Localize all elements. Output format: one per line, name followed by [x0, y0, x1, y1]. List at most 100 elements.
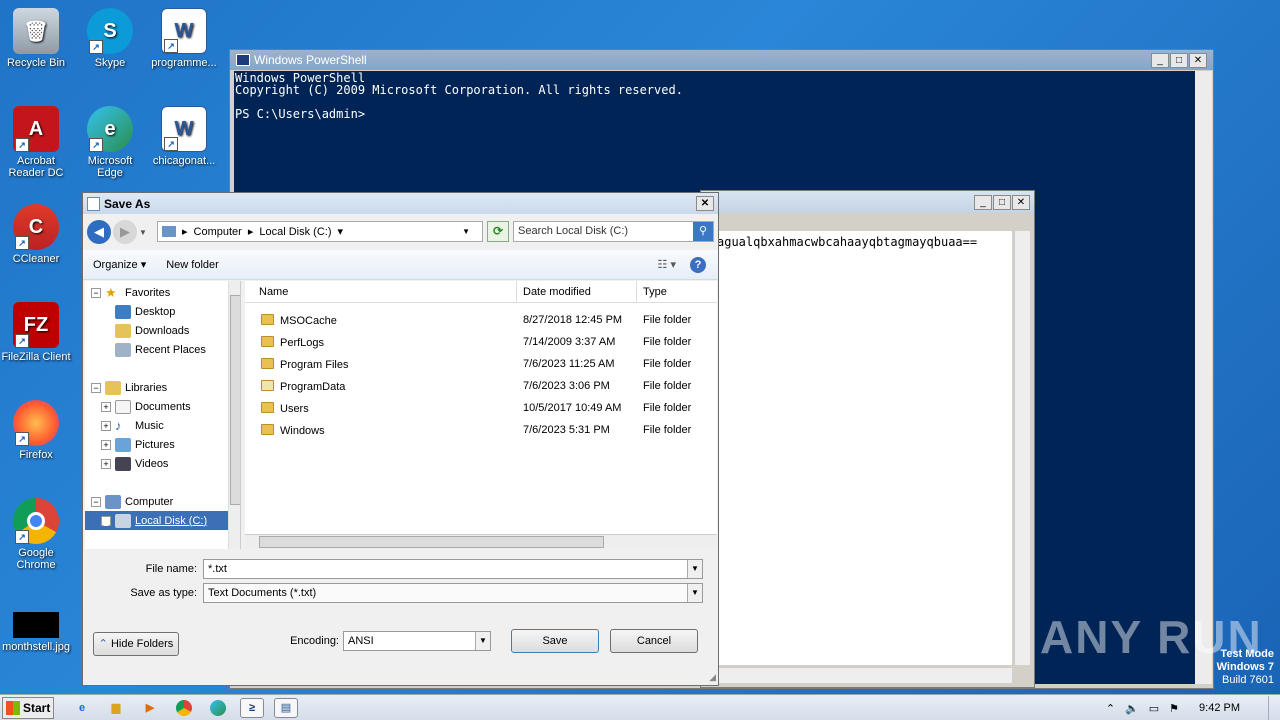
desktop-icon-ccleaner[interactable]: C ↗ CCleaner: [0, 204, 72, 265]
volume-icon[interactable]: 🔈: [1125, 702, 1139, 715]
start-button[interactable]: Start: [2, 696, 54, 719]
file-row[interactable]: Users 10/5/2017 10:49 AM File folder: [245, 397, 717, 419]
dialog-titlebar[interactable]: Save As ✕: [83, 193, 718, 214]
nav-item-documents[interactable]: + Documents: [85, 397, 240, 416]
address-dropdown-icon[interactable]: ▼: [462, 227, 470, 236]
chevron-down-icon[interactable]: ▼: [475, 632, 490, 650]
new-folder-button[interactable]: New folder: [156, 259, 229, 271]
notepad-window[interactable]: _ □ ✕ agualqbxahmacwbcahaayqbtagmayqbuaa…: [700, 190, 1035, 688]
nav-scrollbar-thumb[interactable]: [230, 295, 240, 505]
save-as-dialog[interactable]: Save As ✕ ◀ ▶ ▼ ▸ Computer ▸ Local Disk …: [82, 192, 719, 686]
file-list-horizontal-scrollbar[interactable]: [245, 534, 717, 549]
recent-locations-dropdown-icon[interactable]: ▼: [139, 228, 147, 237]
column-header-name[interactable]: Name: [245, 280, 517, 303]
back-arrow-icon[interactable]: ◀: [87, 220, 111, 244]
desktop-icon-acrobat[interactable]: A ↗ Acrobat Reader DC: [0, 106, 72, 179]
chrome-icon[interactable]: [172, 698, 196, 718]
search-input[interactable]: Search Local Disk (C:) ⚲: [513, 221, 714, 242]
notepad-titlebar[interactable]: _ □ ✕: [701, 191, 1034, 213]
nav-item-desktop[interactable]: Desktop: [85, 302, 240, 321]
column-header-date[interactable]: Date modified: [517, 280, 637, 303]
notepad-editor[interactable]: agualqbxahmacwbcahaayqbtagmayqbuaa==: [705, 231, 1012, 665]
hide-folders-button[interactable]: ⌃ Hide Folders: [93, 632, 179, 656]
close-button[interactable]: ✕: [696, 196, 714, 211]
explorer-folder-icon[interactable]: ▆: [104, 698, 128, 718]
notepad-vertical-scrollbar[interactable]: [1014, 231, 1030, 665]
view-options-icon[interactable]: ☷ ▾: [658, 258, 676, 271]
nav-item-recent-places[interactable]: Recent Places: [85, 340, 240, 359]
desktop-icon-firefox[interactable]: ↗ Firefox: [0, 400, 72, 461]
minimize-button[interactable]: _: [1151, 52, 1169, 68]
notepad-taskbar-icon[interactable]: ▤: [274, 697, 298, 718]
powershell-titlebar[interactable]: Windows PowerShell _ □ ✕: [230, 50, 1213, 70]
resize-grip-icon[interactable]: ◢: [709, 672, 716, 683]
nav-scrollbar[interactable]: [228, 281, 240, 549]
nav-item-local-disk[interactable]: + Local Disk (C:): [85, 511, 228, 530]
expand-icon[interactable]: +: [101, 458, 111, 469]
chevron-down-icon[interactable]: ▼: [687, 560, 702, 578]
save-type-select[interactable]: Text Documents (*.txt) ▼: [203, 583, 703, 603]
search-icon[interactable]: ⚲: [693, 222, 713, 241]
nav-item-pictures[interactable]: + Pictures: [85, 435, 240, 454]
media-player-icon[interactable]: ▶: [138, 698, 162, 718]
nav-libraries[interactable]: − Libraries: [85, 378, 240, 397]
notepad-horizontal-scrollbar[interactable]: [705, 667, 1012, 683]
show-desktop-button[interactable]: [1268, 696, 1280, 720]
desktop-icon-skype[interactable]: S ↗ Skype: [74, 8, 146, 69]
breadcrumb-separator-icon[interactable]: ▸: [248, 225, 254, 238]
refresh-button[interactable]: ⟳: [487, 221, 509, 242]
file-row[interactable]: Program Files 7/6/2023 11:25 AM File fol…: [245, 353, 717, 375]
collapse-icon[interactable]: −: [91, 382, 101, 393]
breadcrumb[interactable]: ▸ Computer ▸ Local Disk (C:) ▾ ▼: [157, 221, 483, 242]
desktop-icon-filezilla[interactable]: FZ ↗ FileZilla Client: [0, 302, 72, 363]
nav-computer[interactable]: − Computer: [85, 492, 240, 511]
network-icon[interactable]: ▭: [1149, 702, 1159, 715]
file-row[interactable]: Windows 7/6/2023 5:31 PM File folder: [245, 419, 717, 441]
file-list[interactable]: Name Date modified Type MSOCache 8/27/20…: [245, 280, 717, 549]
breadcrumb-computer[interactable]: Computer: [194, 226, 242, 238]
close-button[interactable]: ✕: [1189, 52, 1207, 68]
file-name-input[interactable]: *.txt ▼: [203, 559, 703, 579]
desktop-icon-recycle-bin[interactable]: 🗑 Recycle Bin: [0, 8, 72, 69]
file-row[interactable]: ProgramData 7/6/2023 3:06 PM File folder: [245, 375, 717, 397]
file-row[interactable]: MSOCache 8/27/2018 12:45 PM File folder: [245, 309, 717, 331]
save-button[interactable]: Save: [511, 629, 599, 653]
file-row[interactable]: PerfLogs 7/14/2009 3:37 AM File folder: [245, 331, 717, 353]
tray-expand-icon[interactable]: ⌃: [1106, 702, 1115, 715]
desktop-icon-chicagonat[interactable]: W ↗ chicagonat...: [148, 106, 220, 167]
cancel-button[interactable]: Cancel: [610, 629, 698, 653]
expand-icon[interactable]: +: [101, 420, 111, 431]
nav-item-music[interactable]: + ♪ Music: [85, 416, 240, 435]
navigation-pane[interactable]: − ★ Favorites Desktop Downloads Recent P…: [85, 281, 241, 549]
desktop-icon-monthstell[interactable]: monthstell.jpg: [0, 612, 72, 653]
collapse-icon[interactable]: −: [91, 496, 101, 507]
encoding-select[interactable]: ANSI ▼: [343, 631, 491, 651]
expand-icon[interactable]: +: [101, 439, 111, 450]
maximize-button[interactable]: □: [1170, 52, 1188, 68]
powershell-scrollbar[interactable]: [1195, 71, 1212, 684]
nav-item-downloads[interactable]: Downloads: [85, 321, 240, 340]
forward-arrow-icon[interactable]: ▶: [113, 220, 137, 244]
breadcrumb-separator-icon[interactable]: ▾: [337, 225, 343, 238]
nav-favorites[interactable]: − ★ Favorites: [85, 283, 240, 302]
breadcrumb-local-disk[interactable]: Local Disk (C:): [259, 226, 331, 238]
internet-explorer-icon[interactable]: e: [70, 698, 94, 718]
column-header-type[interactable]: Type: [637, 281, 717, 303]
organize-menu[interactable]: Organize ▾: [83, 258, 156, 271]
desktop-icon-chrome[interactable]: ↗ Google Chrome: [0, 498, 72, 571]
chevron-down-icon[interactable]: ▼: [687, 584, 702, 602]
close-button[interactable]: ✕: [1012, 194, 1030, 210]
maximize-button[interactable]: □: [993, 194, 1011, 210]
edge-icon[interactable]: [206, 698, 230, 718]
minimize-button[interactable]: _: [974, 194, 992, 210]
clock[interactable]: 9:42 PM: [1199, 702, 1240, 714]
desktop-icon-programme[interactable]: W ↗ programme...: [148, 8, 220, 69]
action-center-flag-icon[interactable]: ⚑: [1169, 702, 1179, 715]
scrollbar-thumb[interactable]: [259, 536, 604, 548]
expand-icon[interactable]: +: [101, 401, 111, 412]
expand-icon[interactable]: +: [101, 515, 111, 526]
nav-item-videos[interactable]: + Videos: [85, 454, 240, 473]
powershell-taskbar-icon[interactable]: ≥: [240, 697, 264, 718]
breadcrumb-separator-icon[interactable]: ▸: [182, 225, 188, 238]
help-icon[interactable]: ?: [690, 256, 706, 273]
